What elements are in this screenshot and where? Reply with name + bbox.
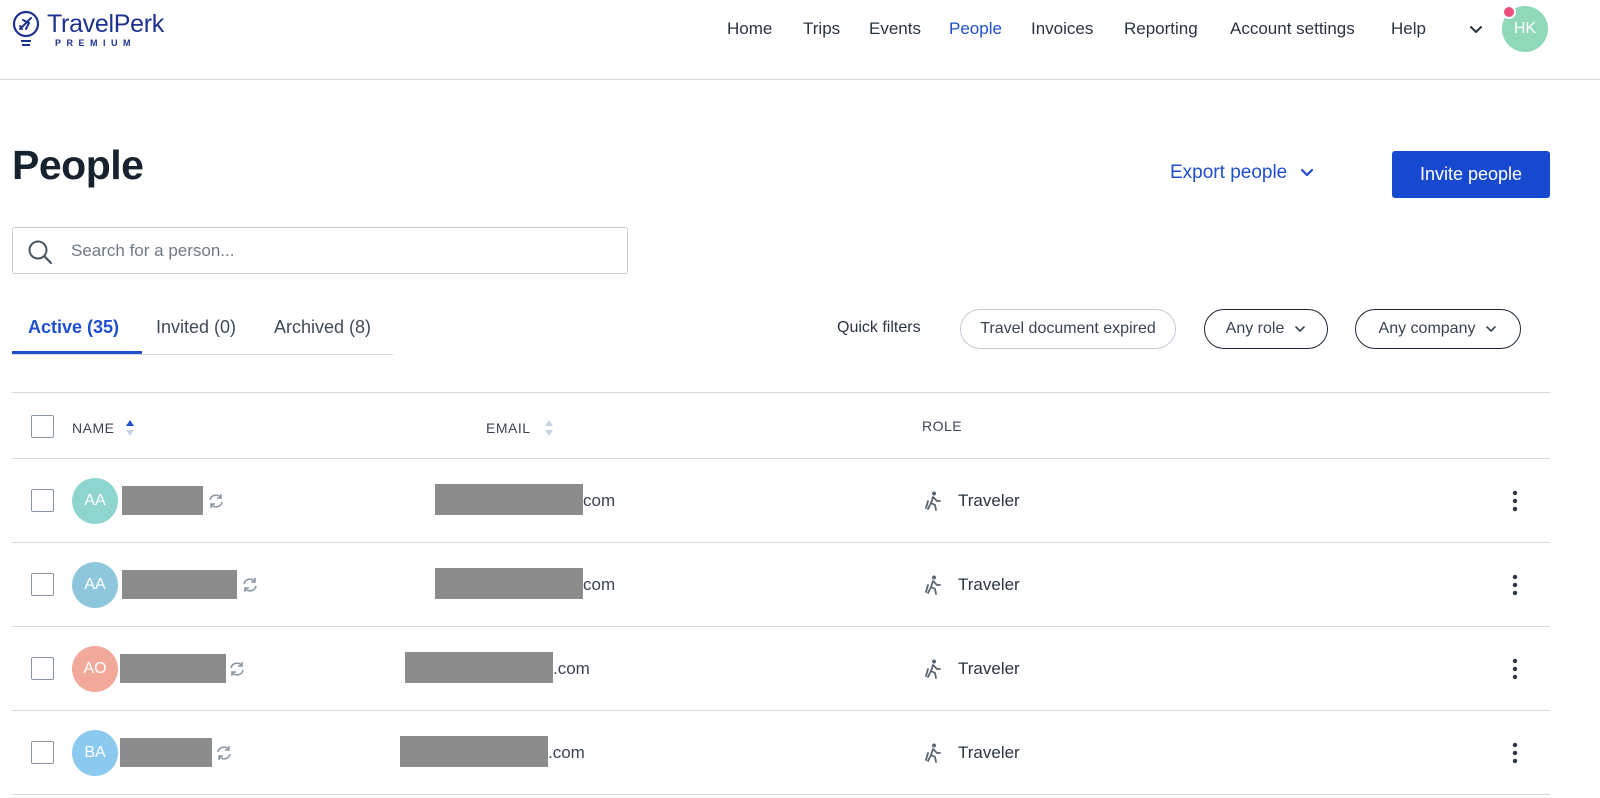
person-avatar: AA — [72, 478, 118, 524]
tab-invited[interactable]: Invited (0) — [156, 317, 236, 338]
filter-any-role[interactable]: Any role — [1204, 309, 1328, 349]
export-people-button[interactable]: Export people — [1170, 162, 1315, 184]
email-suffix: com — [583, 491, 616, 510]
role-label: Traveler — [958, 491, 1020, 510]
tab-active[interactable]: Active (35) — [28, 317, 119, 338]
sort-icon — [544, 420, 553, 436]
active-tab-indicator — [12, 351, 142, 354]
nav-trips[interactable]: Trips — [803, 19, 840, 39]
search-icon — [28, 240, 53, 265]
traveler-icon — [925, 491, 941, 511]
select-all-checkbox[interactable] — [31, 415, 54, 438]
column-role-label: ROLE — [922, 418, 963, 434]
row-checkbox[interactable] — [31, 489, 54, 512]
table-row[interactable]: AA com Traveler — [12, 543, 1550, 627]
filter-travel-document-expired[interactable]: Travel document expired — [960, 309, 1176, 349]
more-options-icon[interactable] — [1511, 741, 1519, 765]
column-email-label: EMAIL — [486, 420, 531, 436]
table-row[interactable]: BA .com Traveler — [12, 711, 1550, 795]
chip-label: Any company — [1378, 320, 1476, 337]
nav-account-settings[interactable]: Account settings — [1230, 19, 1355, 39]
chevron-down-icon[interactable] — [1468, 22, 1484, 38]
nav-reporting[interactable]: Reporting — [1124, 19, 1198, 39]
redacted-email — [435, 568, 583, 599]
avatar-initials: AO — [83, 660, 107, 677]
row-checkbox[interactable] — [31, 741, 54, 764]
email-suffix: com — [583, 575, 616, 594]
page-title: People — [12, 142, 144, 188]
people-tabs: Active (35) Invited (0) Archived (8) — [12, 313, 393, 355]
tab-archived[interactable]: Archived (8) — [274, 317, 371, 338]
chevron-down-icon — [1486, 326, 1497, 332]
redacted-name — [122, 570, 237, 599]
table-row[interactable]: AA com Traveler — [12, 459, 1550, 543]
nav-invoices[interactable]: Invoices — [1031, 19, 1093, 39]
avatar-initials: AA — [84, 576, 106, 593]
redacted-email — [435, 484, 583, 515]
people-table: NAME EMAIL ROLE AA com Traveler AA com T… — [12, 392, 1550, 795]
table-row[interactable]: AO .com Traveler — [12, 627, 1550, 711]
column-header-name[interactable]: NAME — [72, 418, 136, 438]
avatar-initials: BA — [84, 744, 106, 761]
table-header: NAME EMAIL ROLE — [12, 392, 1550, 459]
more-options-icon[interactable] — [1511, 573, 1519, 597]
travelperk-logo[interactable]: TravelPerk PREMIUM — [11, 10, 164, 48]
person-avatar: AA — [72, 562, 118, 608]
notification-badge — [1502, 5, 1516, 19]
person-avatar: BA — [72, 730, 118, 776]
sync-icon — [209, 494, 223, 508]
email-suffix: .com — [553, 659, 590, 678]
search-input[interactable] — [71, 228, 611, 273]
chevron-down-icon — [1301, 168, 1314, 177]
email-suffix: .com — [548, 743, 585, 762]
nav-events[interactable]: Events — [869, 19, 921, 39]
plane-logo-icon — [12, 10, 40, 46]
search-box — [12, 227, 628, 274]
traveler-icon — [925, 659, 941, 679]
nav-help[interactable]: Help — [1391, 19, 1426, 39]
chip-label: Any role — [1225, 320, 1285, 337]
brand-name: TravelPerk — [47, 10, 164, 38]
column-header-role: ROLE — [922, 418, 962, 434]
redacted-name — [122, 486, 203, 515]
row-checkbox[interactable] — [31, 657, 54, 680]
user-initials: HK — [1513, 20, 1537, 37]
traveler-icon — [925, 743, 941, 763]
sync-icon — [217, 746, 231, 760]
redacted-email — [400, 736, 548, 767]
role-label: Traveler — [958, 743, 1020, 762]
top-navigation-bar: TravelPerk PREMIUM Home Trips Events Peo… — [0, 0, 1600, 80]
column-header-email[interactable]: EMAIL — [486, 418, 555, 438]
redacted-name — [120, 654, 226, 683]
avatar-initials: AA — [84, 492, 106, 509]
role-label: Traveler — [958, 659, 1020, 678]
sync-icon — [243, 578, 257, 592]
export-people-label: Export people — [1170, 162, 1288, 183]
person-avatar: AO — [72, 646, 118, 692]
sort-ascending-icon — [126, 420, 135, 436]
sync-icon — [230, 662, 244, 676]
chip-label: Travel document expired — [980, 320, 1156, 337]
chevron-down-icon — [1295, 326, 1306, 332]
more-options-icon[interactable] — [1511, 489, 1519, 513]
row-checkbox[interactable] — [31, 573, 54, 596]
nav-people[interactable]: People — [949, 19, 1002, 39]
filter-any-company[interactable]: Any company — [1355, 309, 1521, 349]
more-options-icon[interactable] — [1511, 657, 1519, 681]
brand-tier: PREMIUM — [55, 38, 136, 48]
redacted-name — [120, 738, 212, 767]
role-label: Traveler — [958, 575, 1020, 594]
invite-people-button[interactable]: Invite people — [1392, 151, 1550, 198]
traveler-icon — [925, 575, 941, 595]
quick-filters-label: Quick filters — [837, 319, 921, 336]
column-name-label: NAME — [72, 420, 115, 436]
nav-home[interactable]: Home — [727, 19, 772, 39]
redacted-email — [405, 652, 553, 683]
